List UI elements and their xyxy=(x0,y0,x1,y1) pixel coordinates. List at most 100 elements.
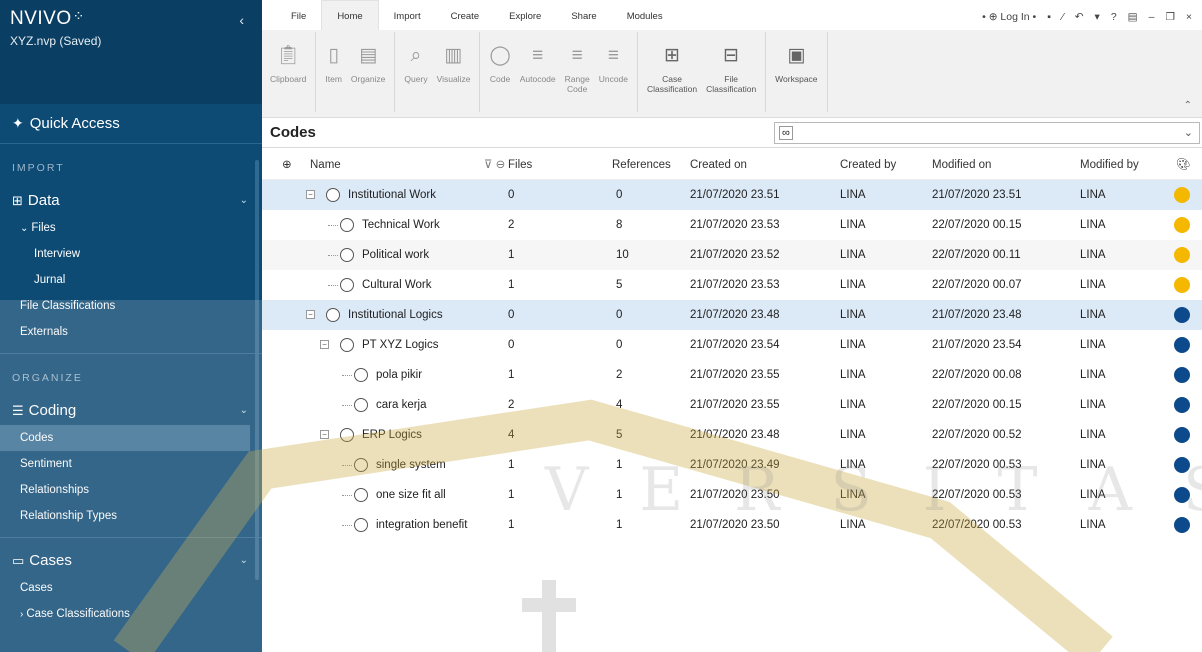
tab-file[interactable]: File xyxy=(276,11,321,30)
table-row[interactable]: − ERP Logics 4 5 21/07/2020 23.48 LINA 22/07/2… xyxy=(262,420,1202,450)
search-box[interactable]: ∞ ⌄ xyxy=(774,122,1200,144)
button-label: File xyxy=(724,74,738,84)
color-dot xyxy=(1174,517,1190,533)
uncode-button[interactable]: ≡ Uncode xyxy=(599,38,628,84)
cell-created-by: LINA xyxy=(840,369,866,381)
collapse-toggle-icon[interactable]: − xyxy=(306,310,315,319)
workspace-button[interactable]: ▣ Workspace xyxy=(775,38,817,84)
cell-created-on: 21/07/2020 23.53 xyxy=(690,279,780,291)
tab-explore[interactable]: Explore xyxy=(494,11,556,30)
organize-button[interactable]: ▤ Organize xyxy=(351,38,386,84)
column-modified-by[interactable]: Modified by xyxy=(1080,150,1139,180)
add-column-icon[interactable]: ⊕ xyxy=(282,150,292,180)
file-classification-button[interactable]: ⊟ File Classification xyxy=(706,38,756,94)
table-row[interactable]: − PT XYZ Logics 0 0 21/07/2020 23.54 LINA 21/0… xyxy=(262,330,1202,360)
search-input[interactable] xyxy=(795,126,1199,140)
save-icon[interactable]: ▪ xyxy=(1047,11,1051,23)
restore-icon[interactable]: ❐ xyxy=(1165,11,1174,23)
cell-created-on: 21/07/2020 23.48 xyxy=(690,309,780,321)
data-icon: ⊞ xyxy=(12,193,23,208)
column-created-on[interactable]: Created on xyxy=(690,150,747,180)
sidebar-scrollbar[interactable] xyxy=(255,160,259,580)
button-label: Classification xyxy=(647,84,698,94)
column-modified-on[interactable]: Modified on xyxy=(932,150,991,180)
table-row[interactable]: Technical Work 2 8 21/07/2020 23.53 LINA 22/0… xyxy=(262,210,1202,240)
autocode-button[interactable]: ≡ Autocode xyxy=(520,38,556,84)
quick-access[interactable]: ✦ Quick Access xyxy=(0,104,262,144)
undo-icon[interactable]: ↶ xyxy=(1075,11,1084,23)
chevron-right-icon: › xyxy=(20,609,24,620)
tab-import[interactable]: Import xyxy=(379,11,436,30)
help-icon[interactable]: ? xyxy=(1111,11,1117,23)
visualize-button[interactable]: ▥ Visualize xyxy=(437,38,471,84)
cell-created-on: 21/07/2020 23.49 xyxy=(690,459,780,471)
collapse-sidebar-icon[interactable]: ‹ xyxy=(239,12,244,28)
cell-created-by: LINA xyxy=(840,249,866,261)
collapse-toggle-icon[interactable]: − xyxy=(306,190,315,199)
table-row[interactable]: cara kerja 2 4 21/07/2020 23.55 LINA 22/07/20… xyxy=(262,390,1202,420)
filter-icon[interactable]: ⊽ ⊖ xyxy=(484,150,505,180)
clipboard-button[interactable]: 📋︎ Clipboard xyxy=(270,38,306,84)
comment-icon[interactable]: ▤ xyxy=(1128,11,1138,23)
collapse-ribbon-icon[interactable]: ⌃ xyxy=(1184,100,1192,111)
sidebar-item-files[interactable]: ⌄ Files xyxy=(0,215,262,241)
column-references[interactable]: References xyxy=(612,150,671,180)
tab-home[interactable]: Home xyxy=(321,0,379,30)
code-button[interactable]: ◯ Code xyxy=(489,38,510,84)
color-dot xyxy=(1174,487,1190,503)
minimize-icon[interactable]: – xyxy=(1149,11,1155,23)
sidebar-item-relationship-types[interactable]: Relationship Types xyxy=(0,503,262,529)
sidebar-item-interview[interactable]: Interview xyxy=(0,241,262,267)
column-name[interactable]: Name xyxy=(310,150,341,180)
tab-modules[interactable]: Modules xyxy=(612,11,678,30)
sidebar-item-externals[interactable]: Externals xyxy=(0,319,262,345)
item-button[interactable]: ▯ Item xyxy=(325,38,342,84)
table-row[interactable]: Political work 1 10 21/07/2020 23.52 LINA 22/… xyxy=(262,240,1202,270)
table-row[interactable]: − Institutional Work 0 0 21/07/2020 23.51 LIN… xyxy=(262,180,1202,210)
tab-share[interactable]: Share xyxy=(556,11,611,30)
sidebar-item-jurnal[interactable]: Jurnal xyxy=(0,267,262,293)
case-classification-icon: ⊞ xyxy=(664,45,681,66)
more-icon[interactable]: ▾ xyxy=(1095,11,1100,23)
button-label: Item xyxy=(325,74,342,84)
cell-created-by: LINA xyxy=(840,339,866,351)
sidebar-item-sentiment[interactable]: Sentiment xyxy=(0,451,262,477)
login-button[interactable]: • ⊕ Log In • xyxy=(982,11,1036,23)
range-code-icon: ≡ xyxy=(571,45,583,66)
navigation-sidebar: NVIVO⁘ ‹ XYZ.nvp (Saved) ✦ Quick Access … xyxy=(0,0,262,652)
sidebar-group-cases[interactable]: ▭ Cases ⌄ xyxy=(0,538,262,575)
table-row[interactable]: Cultural Work 1 5 21/07/2020 23.53 LINA 22/07… xyxy=(262,270,1202,300)
tree-connector xyxy=(342,375,352,376)
table-row[interactable]: one size fit all 1 1 21/07/2020 23.50 LINA 22… xyxy=(262,480,1202,510)
sidebar-item-case-classifications[interactable]: › Case Classifications xyxy=(0,601,262,627)
close-icon[interactable]: × xyxy=(1186,11,1192,23)
chevron-down-icon[interactable]: ⌄ xyxy=(1184,126,1193,139)
edit-icon[interactable]: ⁄ xyxy=(1062,11,1064,23)
cell-modified-by: LINA xyxy=(1080,429,1106,441)
table-row[interactable]: integration benefit 1 1 21/07/2020 23.50 LIN… xyxy=(262,510,1202,540)
column-files[interactable]: Files xyxy=(508,150,532,180)
color-column-icon[interactable]: 🎨︎ xyxy=(1176,150,1191,180)
sidebar-group-coding[interactable]: ☰ Coding ⌄ xyxy=(0,394,262,425)
sidebar-item-codes[interactable]: Codes xyxy=(0,425,250,451)
collapse-toggle-icon[interactable]: − xyxy=(320,430,329,439)
codes-header: Codes ∞ ⌄ xyxy=(262,118,1202,148)
range-code-button[interactable]: ≡ Range Code xyxy=(565,38,590,94)
collapse-toggle-icon[interactable]: − xyxy=(320,340,329,349)
code-name: Political work xyxy=(362,249,430,261)
table-row[interactable]: − Institutional Logics 0 0 21/07/2020 23.48 L… xyxy=(262,300,1202,330)
sidebar-header: NVIVO⁘ ‹ XYZ.nvp (Saved) xyxy=(0,0,262,104)
tab-create[interactable]: Create xyxy=(436,11,495,30)
table-row[interactable]: pola pikir 1 2 21/07/2020 23.55 LINA 22/07/20… xyxy=(262,360,1202,390)
sidebar-item-file-classifications[interactable]: File Classifications xyxy=(0,293,262,319)
table-row[interactable]: single system 1 1 21/07/2020 23.49 LINA 22/07… xyxy=(262,450,1202,480)
case-classification-button[interactable]: ⊞ Case Classification xyxy=(647,38,697,94)
app-logo: NVIVO⁘ xyxy=(10,8,85,29)
color-dot xyxy=(1174,337,1190,353)
code-name: Institutional Logics xyxy=(348,309,443,321)
sidebar-group-data[interactable]: ⊞ Data ⌄ xyxy=(0,184,262,215)
sidebar-item-relationships[interactable]: Relationships xyxy=(0,477,262,503)
query-button[interactable]: ⌕ Query xyxy=(404,38,427,84)
column-created-by[interactable]: Created by xyxy=(840,150,896,180)
sidebar-item-cases[interactable]: Cases xyxy=(0,575,262,601)
